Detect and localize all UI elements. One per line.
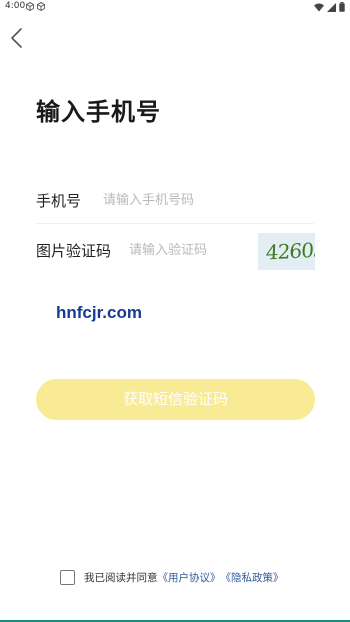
chevron-left-icon (11, 28, 22, 48)
captcha-label: 图片验证码 (36, 242, 112, 260)
status-time: 4:00 (5, 1, 26, 11)
signal-icon (327, 2, 336, 12)
captcha-image-text: 42603 (265, 237, 315, 265)
agreement-row: 我已阅读并同意 《用户协议》 《隐私政策》 (60, 568, 284, 586)
status-left-icons (26, 2, 45, 11)
captcha-image[interactable]: 42603 (258, 233, 315, 270)
wifi-icon (314, 3, 324, 11)
cube-icon (26, 2, 34, 11)
phone-label: 手机号 (36, 192, 82, 210)
cube-icon (37, 2, 45, 11)
status-right-icons (314, 2, 345, 12)
captcha-input[interactable] (129, 238, 254, 262)
phone-row: 手机号 (36, 178, 314, 224)
watermark: hnfcjr.com (56, 303, 142, 322)
agreement-prefix: 我已阅读并同意 (84, 571, 158, 584)
get-sms-code-button[interactable]: 获取短信验证码 (36, 379, 315, 420)
back-button[interactable] (6, 24, 28, 52)
battery-icon (339, 2, 345, 12)
status-bar: 4:00 (0, 0, 350, 14)
phone-input[interactable] (103, 188, 303, 212)
privacy-policy-link[interactable]: 《隐私政策》 (221, 570, 284, 585)
page-title: 输入手机号 (36, 98, 161, 126)
agree-checkbox[interactable] (60, 569, 75, 585)
user-agreement-link[interactable]: 《用户协议》 (158, 570, 221, 585)
